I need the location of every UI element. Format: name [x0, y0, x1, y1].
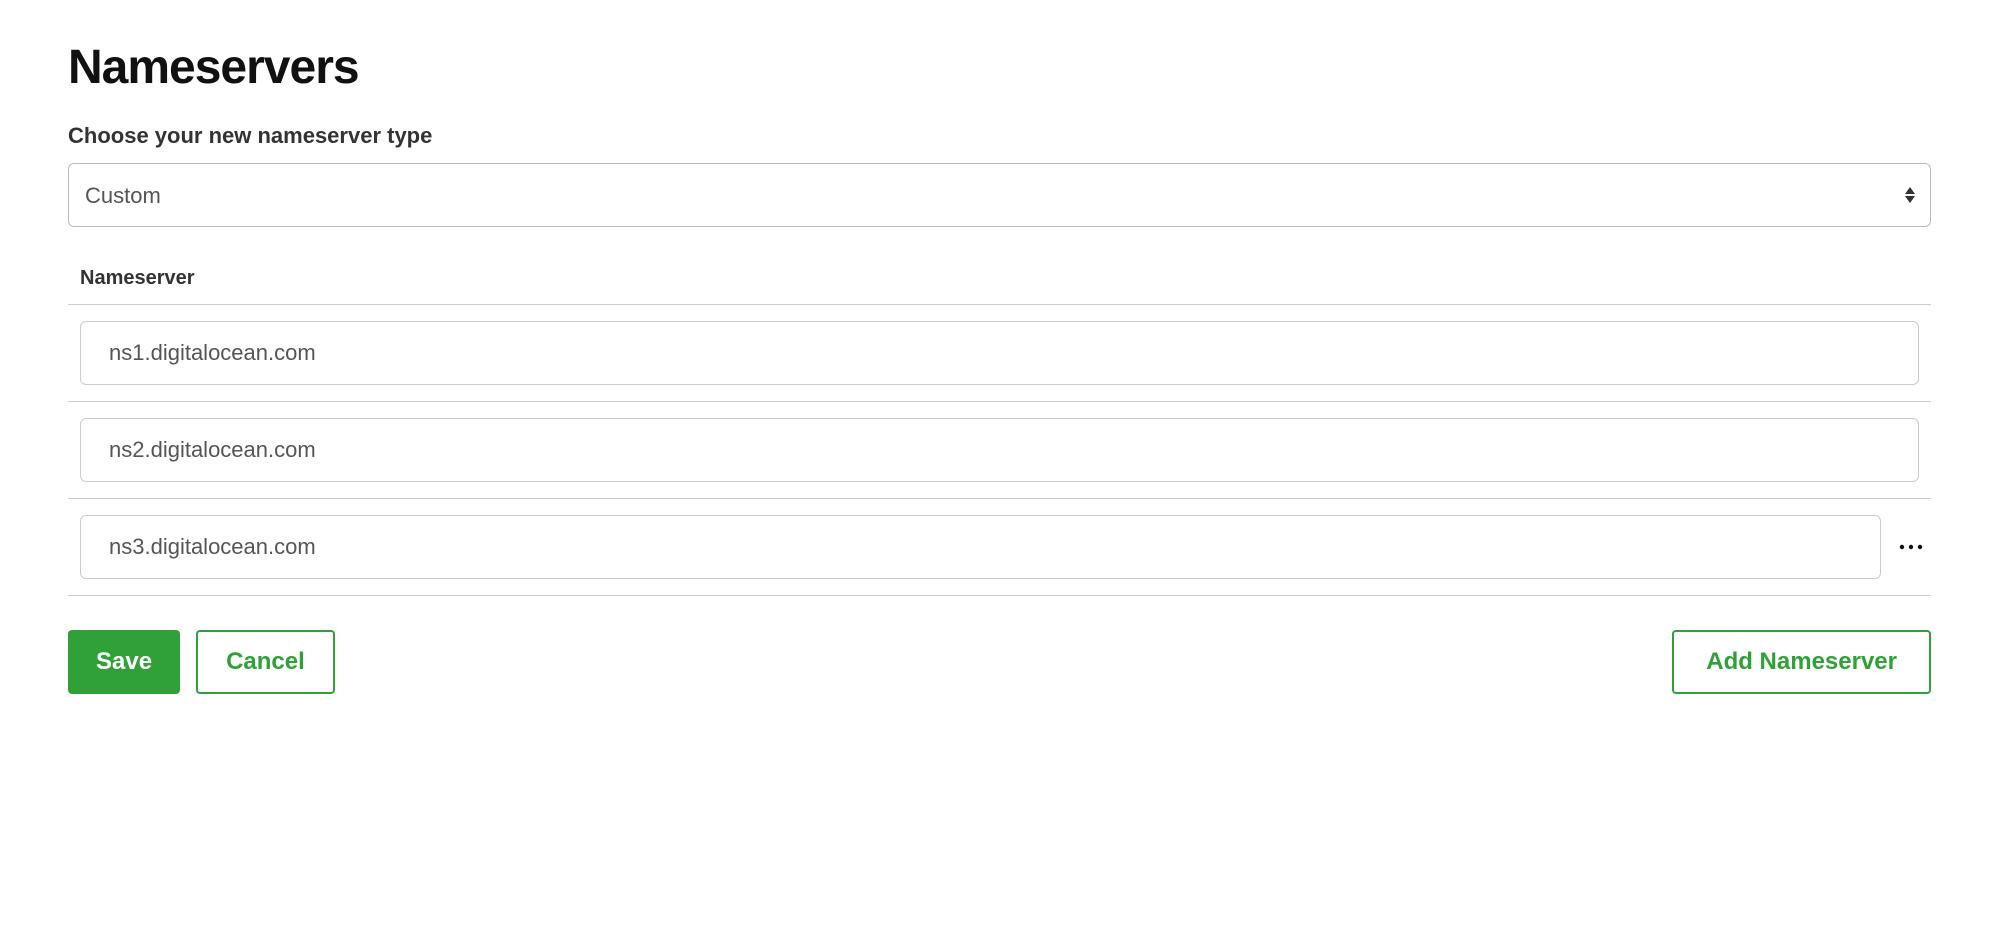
actions-row: Save Cancel Add Nameserver [68, 630, 1931, 694]
nameserver-row [68, 402, 1931, 499]
save-button[interactable]: Save [68, 630, 180, 694]
nameserver-row [68, 499, 1931, 596]
nameserver-row [68, 305, 1931, 402]
nameserver-column-header: Nameserver [68, 267, 1931, 305]
nameserver-input[interactable] [80, 321, 1919, 385]
nameserver-type-label: Choose your new nameserver type [68, 123, 1931, 149]
page-title: Nameservers [68, 40, 1931, 95]
nameserver-type-select[interactable]: Custom [68, 163, 1931, 227]
more-icon[interactable] [1897, 544, 1925, 550]
add-nameserver-button[interactable]: Add Nameserver [1672, 630, 1931, 694]
cancel-button[interactable]: Cancel [196, 630, 335, 694]
nameserver-input[interactable] [80, 418, 1919, 482]
nameserver-input[interactable] [80, 515, 1881, 579]
nameserver-type-select-wrapper[interactable]: Custom [68, 163, 1931, 227]
